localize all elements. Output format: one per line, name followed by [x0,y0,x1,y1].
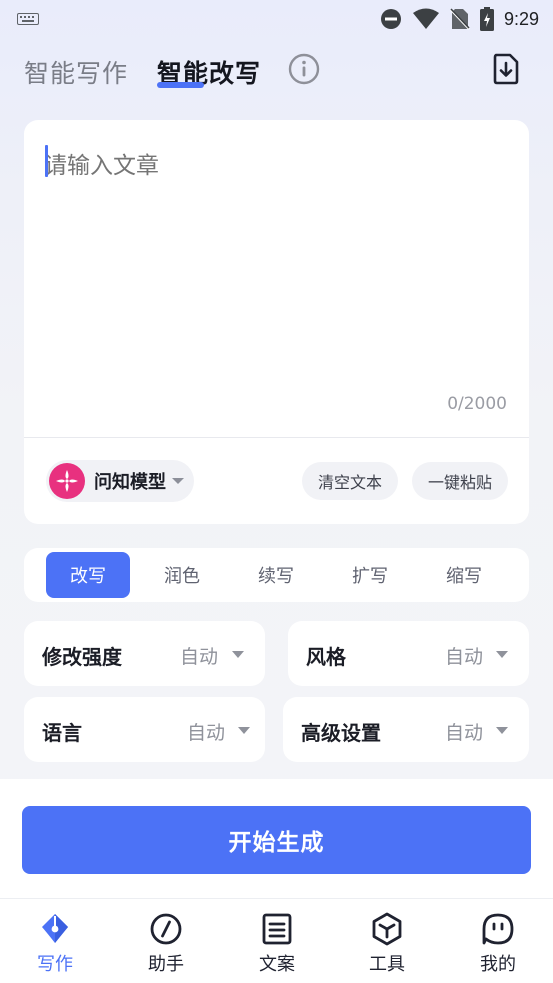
battery-charging-icon [479,7,494,31]
option-value: 自动 [445,646,484,668]
option-value: 自动 [445,722,484,744]
info-icon[interactable] [288,53,320,85]
model-logo-icon [49,463,85,499]
style-option[interactable]: 风格 自动 [288,621,529,686]
mode-tab-polish[interactable]: 润色 [140,552,224,598]
article-input[interactable] [44,146,504,396]
mode-tab-expand[interactable]: 扩写 [328,552,412,598]
smile-bubble-icon [482,913,514,945]
nav-label: 助手 [148,954,184,975]
caret-down-icon [238,727,250,734]
advanced-settings-option[interactable]: 高级设置 自动 [283,697,529,762]
option-label: 修改强度 [42,645,122,669]
download-file-icon[interactable] [490,52,522,86]
nav-item-tools[interactable]: 工具 [347,910,427,980]
mode-tab-rewrite[interactable]: 改写 [46,552,130,598]
mode-tabs: 改写 润色 续写 扩写 缩写 [24,548,529,602]
caret-down-icon [232,651,244,658]
model-name: 问知模型 [94,472,166,493]
text-caret [45,145,48,177]
nav-label: 我的 [480,954,516,975]
nav-label: 工具 [369,954,405,975]
mode-tab-continue[interactable]: 续写 [234,552,318,598]
status-bar: 9:29 [0,0,553,38]
nav-item-writing[interactable]: 写作 [15,910,95,980]
no-sim-icon [450,8,470,30]
editor-card: 0/2000 问知模型 清空文本 一键粘贴 [24,120,529,524]
language-option[interactable]: 语言 自动 [24,697,265,762]
pen-nib-icon [42,914,68,943]
tab-smart-writing[interactable]: 智能写作 [24,54,128,90]
divider [24,437,529,438]
option-value: 自动 [187,722,226,744]
option-label: 语言 [42,721,82,745]
document-lines-icon [262,913,292,945]
mode-tab-shorten[interactable]: 缩写 [422,552,506,598]
character-counter: 0/2000 [447,394,507,414]
model-selector[interactable]: 问知模型 [46,460,194,502]
start-generate-button[interactable]: 开始生成 [22,806,531,874]
cube-icon [372,912,402,946]
nav-item-profile[interactable]: 我的 [458,910,538,980]
status-time: 9:29 [503,8,539,29]
keyboard-icon [17,13,39,25]
caret-down-icon [496,651,508,658]
nav-item-assistant[interactable]: 助手 [126,910,206,980]
chevron-down-icon [172,478,184,484]
active-tab-indicator [157,82,204,88]
tabbar-divider [0,898,553,899]
do-not-disturb-icon [380,9,401,29]
caret-down-icon [496,727,508,734]
option-value: 自动 [180,646,219,668]
option-label: 高级设置 [301,721,381,745]
compass-slash-icon [150,913,182,945]
nav-label: 文案 [259,954,295,975]
header: 智能写作 智能改写 [0,38,553,102]
clear-text-button[interactable]: 清空文本 [302,462,398,500]
nav-label: 写作 [37,954,73,975]
strength-option[interactable]: 修改强度 自动 [24,621,265,686]
nav-item-copywriting[interactable]: 文案 [237,910,317,980]
paste-button[interactable]: 一键粘贴 [412,462,508,500]
option-label: 风格 [306,645,346,669]
wifi-icon [412,8,439,29]
